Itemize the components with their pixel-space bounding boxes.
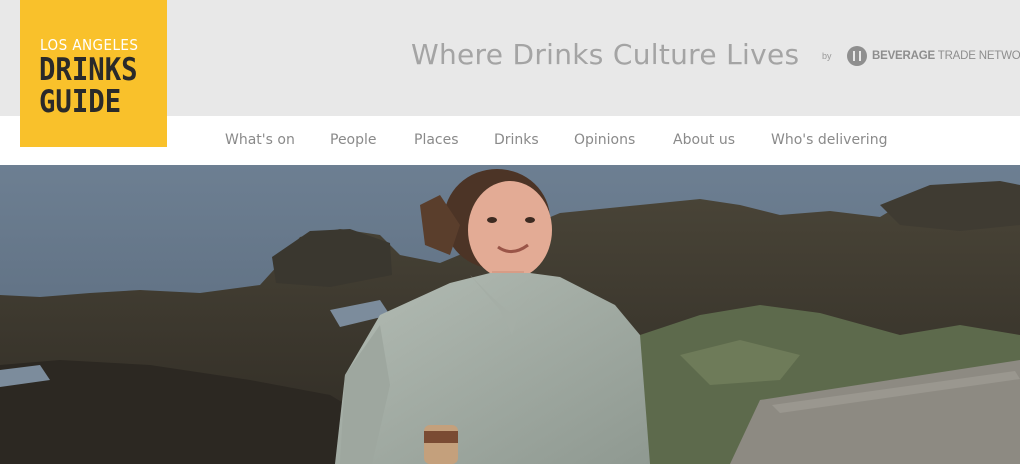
nav-item-whos-delivering[interactable]: Who's delivering (771, 132, 887, 148)
beverage-trade-network-icon[interactable] (847, 46, 867, 66)
hero-photo-coast-portrait (0, 165, 1020, 464)
nav-item-places[interactable]: Places (414, 132, 459, 148)
by-label: by (822, 51, 832, 61)
nav-item-drinks[interactable]: Drinks (494, 132, 539, 148)
logo-line-guide: GUIDE (39, 84, 122, 120)
nav-item-about-us[interactable]: About us (673, 132, 735, 148)
logo-line-drinks: DRINKS (39, 52, 138, 88)
nav-item-opinions[interactable]: Opinions (574, 132, 635, 148)
nav-item-whats-on[interactable]: What's on (225, 132, 295, 148)
hero-image (0, 165, 1020, 464)
site-logo[interactable]: LOS ANGELES DRINKS GUIDE (20, 0, 167, 147)
beverage-trade-network-link[interactable]: BEVERAGE TRADE NETWORK (872, 50, 1020, 62)
site-tagline: Where Drinks Culture Lives (411, 38, 800, 71)
nav-item-people[interactable]: People (330, 132, 377, 148)
